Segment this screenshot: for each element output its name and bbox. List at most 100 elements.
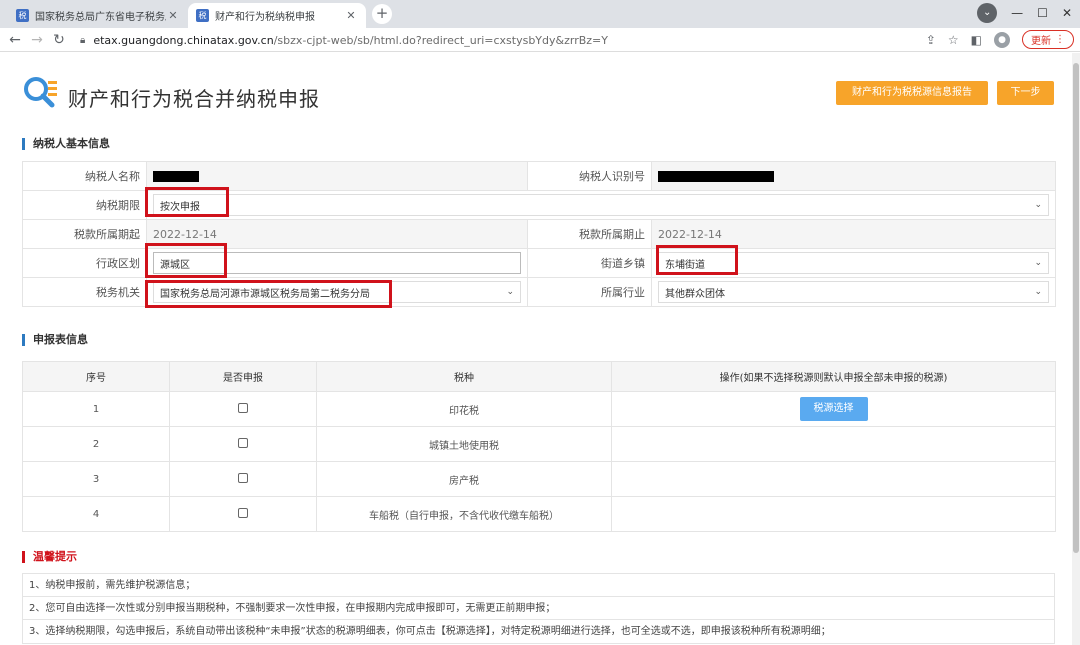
period-start-label: 税款所属期起 — [22, 219, 147, 249]
taxpayer-name-label: 纳税人名称 — [22, 161, 147, 191]
declare-checkbox[interactable] — [238, 507, 248, 518]
tab-title: 国家税务总局广东省电子税务局 — [35, 12, 166, 23]
browser-tab-declaration[interactable]: 税 财产和行为税纳税申报 ✕ — [188, 3, 366, 28]
declare-checkbox[interactable] — [238, 472, 248, 483]
period-value: 按次申报 — [160, 201, 200, 213]
declare-checkbox[interactable] — [238, 402, 248, 413]
declare-checkbox-cell — [169, 426, 317, 462]
street-label: 街道乡镇 — [527, 248, 652, 278]
tax-name: 车船税（自行申报，不含代收代缴车船税） — [316, 496, 612, 532]
district-value: 源城区 — [160, 259, 190, 271]
col-header-declare: 是否申报 — [169, 361, 317, 392]
close-icon[interactable]: ✕ — [166, 9, 180, 22]
tax-source-report-button[interactable]: 财产和行为税税源信息报告 — [836, 81, 988, 105]
toolbar-actions: ⇪ ☆ ◧ ● 更新 ⋮ — [926, 30, 1074, 49]
industry-value: 其他群众团体 — [665, 288, 725, 300]
district-cell: 源城区 — [146, 248, 528, 278]
tax-name: 印花税 — [316, 391, 612, 427]
table-row: 4 车船税（自行申报，不含代收代缴车船税） — [22, 496, 1056, 532]
update-button[interactable]: 更新 ⋮ — [1022, 30, 1074, 49]
window-controls: ⌄ — ☐ ✕ — [977, 3, 1072, 23]
bookmark-star-icon[interactable]: ☆ — [948, 33, 959, 47]
close-window-icon[interactable]: ✕ — [1062, 6, 1072, 20]
forward-arrow-icon[interactable]: → — [26, 32, 48, 48]
row-no: 1 — [22, 391, 170, 427]
tax-favicon-icon: 税 — [196, 9, 209, 22]
chevron-down-icon: ⌄ — [1034, 258, 1042, 268]
operation-cell — [611, 461, 1056, 497]
close-icon[interactable]: ✕ — [344, 9, 358, 22]
tax-favicon-icon: 税 — [16, 9, 29, 22]
authority-value: 国家税务总局河源市源城区税务局第二税务分局 — [160, 288, 370, 300]
redacted-block — [658, 171, 774, 182]
reload-icon[interactable]: ↻ — [48, 32, 70, 48]
tip-item: 2、您可自由选择一次性或分别申报当期税种，不强制要求一次性申报，在申报期内完成申… — [23, 597, 1054, 620]
row-no: 2 — [22, 426, 170, 462]
taxpayer-name-value — [146, 161, 528, 191]
section-title-basic-info: 纳税人基本信息 — [22, 138, 110, 150]
url-domain: etax.guangdong.chinatax.gov.cn — [93, 33, 274, 47]
browser-tab-etax[interactable]: 税 国家税务总局广东省电子税务局 ✕ — [8, 3, 188, 28]
taxpayer-info-table: 纳税人名称 纳税人识别号 纳税期限 按次申报 ⌄ 税款所属期起 2022-12-… — [22, 161, 1056, 307]
table-row: 2 城镇土地使用税 — [22, 426, 1056, 462]
page-title: 财产和行为税合并纳税申报 — [68, 87, 320, 111]
url-path: /sbzx-cjpt-web/sb/html.do?redirect_uri=c… — [273, 33, 608, 47]
declaration-table: 序号 是否申报 税种 操作(如果不选择税源则默认申报全部未申报的税源) 1 印花… — [22, 361, 1056, 532]
share-icon[interactable]: ⇪ — [926, 33, 936, 47]
back-arrow-icon[interactable]: ← — [4, 32, 26, 48]
operation-cell: 税源选择 — [611, 391, 1056, 427]
col-header-operation: 操作(如果不选择税源则默认申报全部未申报的税源) — [611, 361, 1056, 392]
authority-label: 税务机关 — [22, 277, 147, 307]
col-header-tax: 税种 — [316, 361, 612, 392]
new-tab-plus-icon[interactable]: + — [372, 4, 392, 24]
row-no: 4 — [22, 496, 170, 532]
minimize-icon[interactable]: — — [1011, 6, 1023, 20]
declare-checkbox-cell — [169, 391, 317, 427]
period-end-label: 税款所属期止 — [527, 219, 652, 249]
more-vert-icon: ⋮ — [1055, 34, 1065, 45]
declare-checkbox-cell — [169, 496, 317, 532]
page-scrollbar[interactable] — [1072, 53, 1080, 645]
table-row: 3 房产税 — [22, 461, 1056, 497]
taxpayer-id-label: 纳税人识别号 — [527, 161, 652, 191]
section-title-tips: 温馨提示 — [22, 551, 77, 563]
chevron-down-icon: ⌄ — [1034, 200, 1042, 210]
tip-item: 3、选择纳税期限，勾选申报后，系统自动带出该税种“未申报”状态的税源明细表，你可… — [29, 626, 831, 637]
maximize-icon[interactable]: ☐ — [1037, 6, 1048, 20]
period-label: 纳税期限 — [22, 190, 147, 220]
authority-select[interactable]: 国家税务总局河源市源城区税务局第二税务分局 ⌄ — [153, 281, 521, 303]
page-content: 财产和行为税合并纳税申报 财产和行为税税源信息报告 下一步 纳税人基本信息 纳税… — [0, 53, 1072, 645]
industry-select[interactable]: 其他群众团体 ⌄ — [658, 281, 1049, 303]
browser-tab-bar: 税 国家税务总局广东省电子税务局 ✕ 税 财产和行为税纳税申报 ✕ + ⌄ — … — [0, 0, 1080, 28]
chevron-down-icon: ⌄ — [506, 287, 514, 297]
declare-checkbox[interactable] — [238, 437, 248, 448]
chevron-down-icon: ⌄ — [1034, 287, 1042, 297]
industry-cell: 其他群众团体 ⌄ — [651, 277, 1056, 307]
period-select[interactable]: 按次申报 ⌄ — [153, 194, 1049, 216]
industry-label: 所属行业 — [527, 277, 652, 307]
section-title-declaration: 申报表信息 — [22, 334, 88, 346]
street-select[interactable]: 东埔街道 ⌄ — [658, 252, 1049, 274]
district-input[interactable]: 源城区 — [153, 252, 521, 274]
tab-title: 财产和行为税纳税申报 — [215, 12, 315, 23]
period-end-value: 2022-12-14 — [651, 219, 1056, 249]
street-value: 东埔街道 — [665, 259, 705, 271]
authority-cell: 国家税务总局河源市源城区税务局第二税务分局 ⌄ — [146, 277, 528, 307]
tips-list: 1、纳税申报前，需先维护税源信息； 2、您可自由选择一次性或分别申报当期税种，不… — [22, 573, 1055, 644]
taxpayer-id-value — [651, 161, 1056, 191]
declare-checkbox-cell — [169, 461, 317, 497]
profile-avatar-icon[interactable]: ● — [994, 31, 1010, 48]
scrollbar-thumb[interactable] — [1073, 63, 1079, 553]
district-label: 行政区划 — [22, 248, 147, 278]
operation-cell — [611, 496, 1056, 532]
select-source-button[interactable]: 税源选择 — [799, 397, 868, 421]
tab-search-chevron-icon[interactable]: ⌄ — [977, 3, 998, 23]
lock-icon[interactable]: 🔒︎ — [80, 35, 85, 46]
address-bar[interactable]: 🔒︎ etax.guangdong.chinatax.gov.cn/sbzx-c… — [80, 29, 608, 51]
magnifier-logo-icon — [24, 77, 57, 108]
next-step-button[interactable]: 下一步 — [997, 81, 1054, 105]
period-start-value: 2022-12-14 — [146, 219, 528, 249]
tip-item: 1、纳税申报前，需先维护税源信息； — [23, 574, 1054, 597]
col-header-no: 序号 — [22, 361, 170, 392]
side-panel-icon[interactable]: ◧ — [971, 33, 982, 47]
